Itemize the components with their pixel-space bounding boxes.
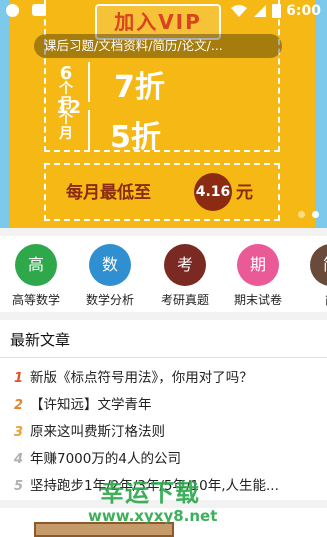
page-indicator-dot[interactable]	[298, 211, 305, 218]
wifi-icon	[231, 5, 248, 17]
category-resume[interactable]: 简 简	[296, 244, 327, 308]
category-icon: 考	[164, 244, 206, 286]
category-icon: 期	[237, 244, 279, 286]
lowest-price-label: 每月最低至	[66, 183, 151, 203]
clock: 6:00	[286, 3, 321, 19]
watermark-url: www.xyxy8.net	[88, 507, 218, 525]
category-grad-exams[interactable]: 考 考研真题	[150, 244, 220, 308]
category-icon: 高	[15, 244, 57, 286]
message-icon	[32, 4, 46, 16]
plan-divider	[88, 62, 90, 102]
plan-discount: 5折	[110, 120, 161, 155]
article-title: 年赚7000万的4人的公司	[30, 451, 181, 467]
article-rank: 1	[14, 371, 24, 386]
search-bar[interactable]: 课后习题/文档资料/简历/论文/...	[34, 34, 282, 58]
article-item[interactable]: 4 年赚7000万的4人的公司	[14, 447, 319, 467]
category-math-analysis[interactable]: 数 数学分析	[75, 244, 145, 308]
article-item[interactable]: 3 原来这叫费斯汀格法则	[14, 420, 319, 440]
category-final-exams[interactable]: 期 期末试卷	[223, 244, 293, 308]
plan-months: 6	[59, 63, 73, 84]
category-label: 数学分析	[85, 293, 134, 307]
notification-icon	[6, 4, 19, 17]
watermark-brand: 幸运下载	[100, 479, 200, 507]
currency-label: 元	[236, 183, 253, 203]
article-rank: 2	[14, 398, 24, 413]
price-badge: 4.16	[194, 173, 232, 211]
category-label: 简	[296, 291, 327, 308]
category-label: 期末试卷	[233, 293, 282, 307]
plan-divider	[88, 110, 90, 152]
section-divider	[0, 357, 327, 358]
category-label: 高等数学	[11, 293, 60, 307]
category-icon: 简	[310, 244, 327, 286]
signal-icon	[254, 5, 267, 17]
category-label: 考研真题	[160, 293, 209, 307]
article-rank: 5	[14, 479, 24, 494]
status-bar: 6:00	[0, 0, 327, 24]
vip-banner[interactable]: 加入VIP 课后习题/文档资料/简历/论文/... 6 个月 7折 12 个月 …	[0, 0, 327, 228]
article-title: 【许知远】文学青年	[30, 397, 152, 413]
article-rank: 4	[14, 452, 24, 467]
battery-icon	[272, 4, 282, 18]
category-row: 高 高等数学 数 数学分析 考 考研真题 期 期末试卷 简 简	[0, 236, 327, 312]
article-title: 原来这叫费斯汀格法则	[30, 424, 165, 440]
article-item[interactable]: 1 新版《标点符号用法》，你用对了吗？	[14, 366, 319, 386]
category-advanced-math[interactable]: 高 高等数学	[1, 244, 71, 308]
plan-discount: 7折	[114, 70, 165, 105]
page-indicator-dot-active[interactable]	[312, 211, 319, 218]
article-rank: 3	[14, 425, 24, 440]
plan-unit: 个月	[59, 111, 73, 142]
status-right: 6:00	[230, 3, 321, 19]
section-title: 最新文章	[10, 331, 71, 349]
article-item[interactable]: 2 【许知远】文学青年	[14, 393, 319, 413]
category-icon: 数	[89, 244, 131, 286]
article-title: 新版《标点符号用法》，你用对了吗？	[30, 370, 253, 386]
